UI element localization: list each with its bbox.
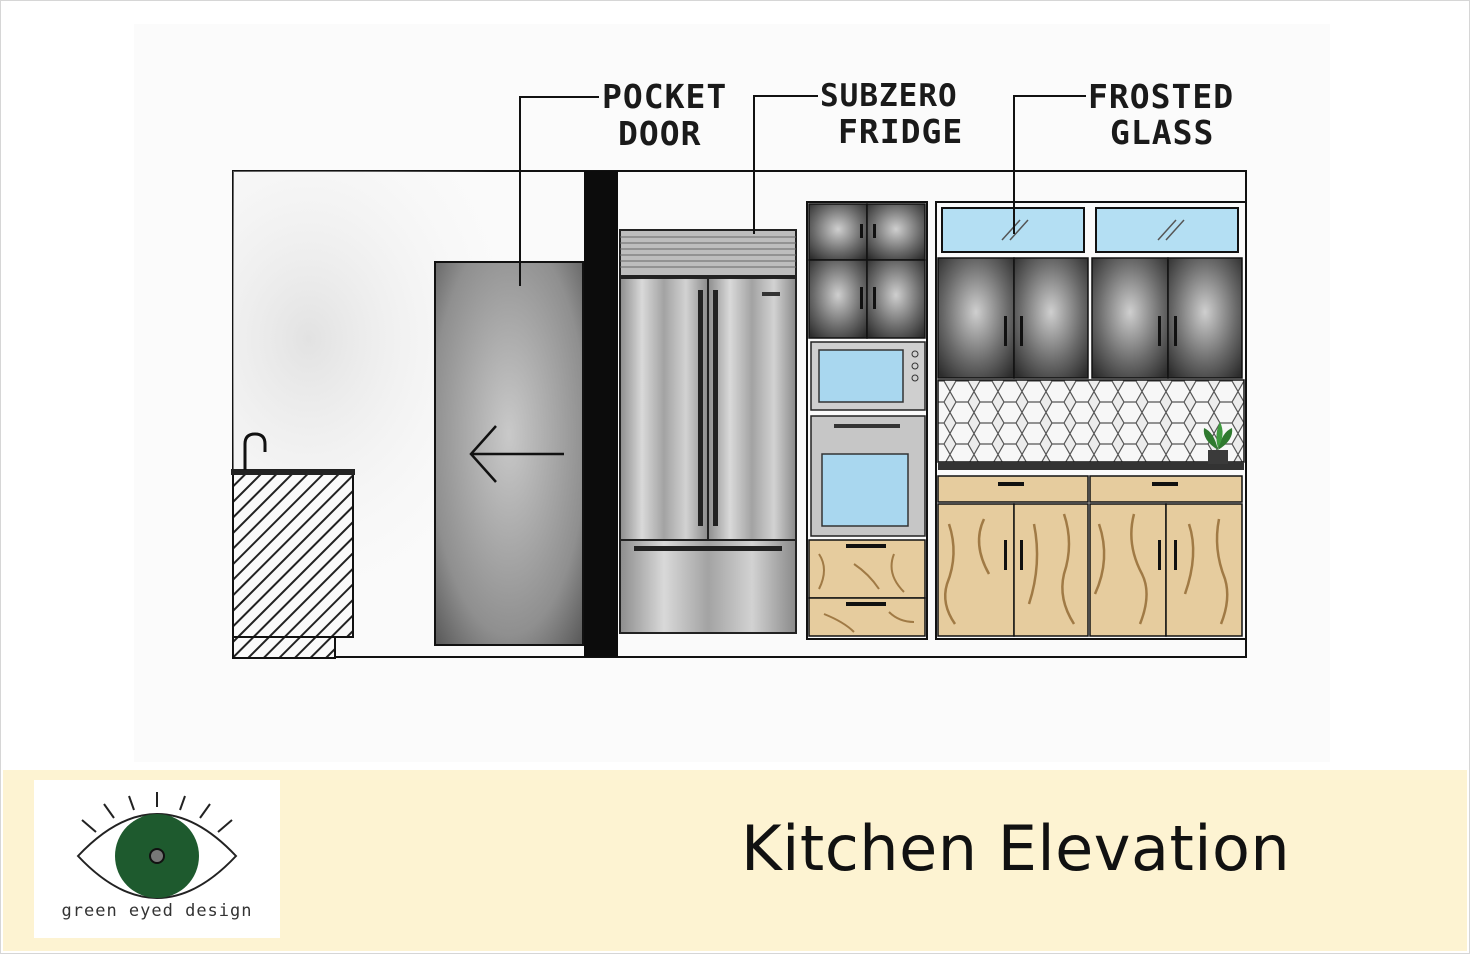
callout-subzero-fridge-line2: FRIDGE: [838, 112, 963, 151]
oven-tower: [806, 201, 928, 640]
lower-cabinets: [937, 475, 1243, 637]
logo-text: green eyed design: [61, 901, 253, 921]
callout-frosted-glass-line2: GLASS: [1110, 113, 1214, 152]
wall-pocket: [584, 171, 618, 657]
hex-backsplash: [937, 379, 1245, 470]
callout-pocket-door-line1: POCKET: [602, 77, 727, 116]
callout-subzero-fridge-line1: SUBZERO: [820, 78, 958, 114]
kitchen-elevation-drawing: POCKET DOOR SUBZERO FRIDGE FROSTED GLASS: [231, 77, 1247, 659]
callout-pocket-door-line2: DOOR: [618, 114, 701, 153]
subzero-fridge: [619, 229, 797, 634]
pocket-door: [434, 261, 584, 646]
page-title: Kitchen Elevation: [741, 812, 1291, 885]
eye-logo-icon: [76, 792, 238, 899]
logo: green eyed design: [34, 780, 280, 938]
callout-frosted-glass-line1: FROSTED: [1088, 77, 1234, 116]
